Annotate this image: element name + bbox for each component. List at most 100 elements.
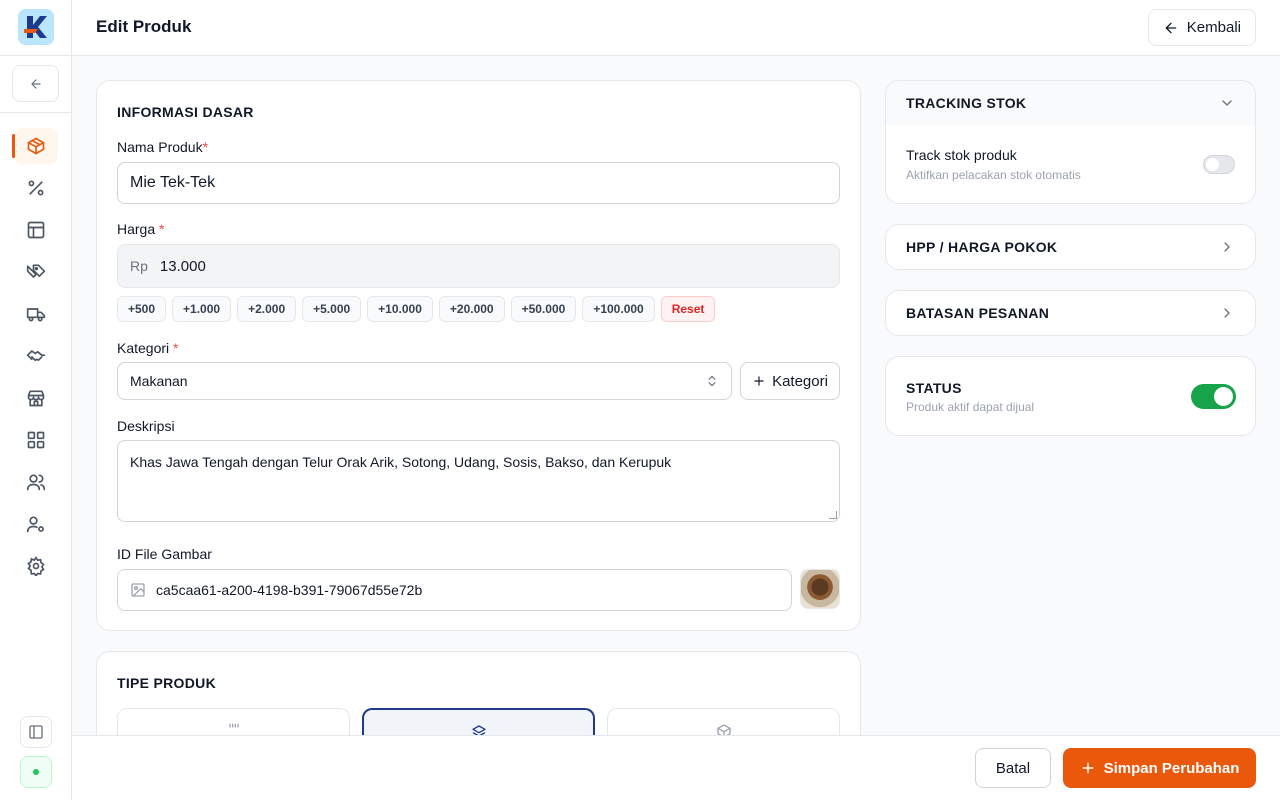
user-cog-icon: [26, 516, 44, 533]
category-label-text: Kategori: [117, 340, 170, 356]
status-title: STATUS: [906, 380, 962, 396]
sidebar-item-products[interactable]: [12, 128, 58, 164]
back-button[interactable]: Kembali: [1147, 9, 1256, 46]
track-stock-toggle[interactable]: [1203, 155, 1235, 174]
basic-info-card: INFORMASI DASAR Nama Produk* Mie Tek-Tek…: [96, 80, 861, 631]
product-name-input[interactable]: Mie Tek-Tek: [117, 162, 840, 204]
sidebar-panel-icon: [29, 725, 43, 739]
save-changes-button[interactable]: Simpan Perubahan: [1063, 748, 1256, 788]
sidebar-item-partners[interactable]: [14, 338, 58, 374]
sidebar-item-delivery[interactable]: [14, 296, 58, 332]
online-dot-icon: [33, 769, 39, 775]
sidebar-item-user-settings[interactable]: [14, 506, 58, 542]
panel-title: HPP / HARGA POKOK: [906, 239, 1058, 255]
package-icon: [27, 137, 45, 155]
section-title: TIPE PRODUK: [117, 675, 216, 691]
category-label: Kategori *: [117, 340, 179, 356]
stock-tracking-header[interactable]: TRACKING STOK: [886, 81, 1255, 125]
sidebar-collapse-button[interactable]: [12, 65, 59, 102]
grid-icon: [27, 431, 45, 449]
order-limit-panel[interactable]: BATASAN PESANAN: [885, 290, 1256, 336]
panel-title: TRACKING STOK: [906, 95, 1027, 111]
description-label: Deskripsi: [117, 418, 175, 434]
sidebar-item-layout[interactable]: [14, 212, 58, 248]
percent-icon: [28, 180, 44, 196]
chevron-right-icon: [1224, 242, 1230, 252]
sidebar-divider: [0, 112, 72, 113]
store-icon: [27, 390, 45, 407]
logo-icon: [18, 9, 54, 45]
app-logo[interactable]: [18, 9, 54, 45]
price-reset-button[interactable]: Reset: [660, 296, 716, 322]
page-title: Edit Produk: [96, 17, 192, 36]
sidebar-panel-toggle-button[interactable]: [20, 716, 52, 748]
layout-icon: [27, 221, 45, 239]
connection-status-button[interactable]: [20, 756, 52, 788]
add-category-label: Kategori: [772, 372, 828, 390]
price-label-text: Harga: [117, 221, 156, 237]
category-select[interactable]: Makanan: [117, 362, 732, 400]
hpp-panel[interactable]: HPP / HARGA POKOK: [885, 224, 1256, 270]
image-id-label: ID File Gambar: [117, 546, 212, 562]
sidebar-item-settings[interactable]: [14, 548, 58, 584]
required-mark: *: [202, 139, 209, 155]
add-category-button[interactable]: Kategori: [740, 362, 840, 400]
panel-title: BATASAN PESANAN: [906, 305, 1050, 321]
image-icon: [131, 583, 145, 597]
handshake-icon: [26, 350, 46, 361]
quick-amount-chip[interactable]: +1.000: [172, 296, 232, 322]
sidebar-divider: [0, 55, 72, 56]
sidebar-item-discounts[interactable]: [14, 170, 58, 206]
resize-handle-icon[interactable]: [829, 511, 837, 519]
sidebar-item-tags[interactable]: [14, 254, 58, 290]
sidebar-item-users[interactable]: [14, 464, 58, 500]
sidebar-item-store[interactable]: [14, 380, 58, 416]
currency-prefix: Rp: [130, 258, 148, 274]
toggle-knob: [1214, 387, 1233, 406]
quick-amount-chip[interactable]: +5.000: [302, 296, 362, 322]
sidebar: [0, 0, 72, 800]
truck-icon: [26, 308, 46, 322]
chevron-down-icon: [1222, 100, 1232, 106]
product-name-value: Mie Tek-Tek: [130, 174, 216, 191]
track-stock-subtitle: Aktifkan pelacakan stok otomatis: [906, 168, 1081, 182]
image-id-value: ca5caa61-a200-4198-b391-79067d55e72b: [156, 582, 423, 598]
page-header: Edit Produk Kembali: [72, 0, 1280, 56]
quick-amount-chip[interactable]: +100.000: [582, 296, 655, 322]
cancel-button[interactable]: Batal: [975, 748, 1051, 788]
order-limit-header[interactable]: BATASAN PESANAN: [886, 291, 1255, 335]
quick-amount-chip[interactable]: +2.000: [237, 296, 297, 322]
required-mark: *: [159, 221, 165, 237]
required-mark: *: [173, 340, 179, 356]
arrow-left-icon: [30, 78, 41, 89]
form-footer: Batal Simpan Perubahan: [72, 735, 1280, 800]
image-id-input[interactable]: ca5caa61-a200-4198-b391-79067d55e72b: [117, 569, 792, 611]
status-subtitle: Produk aktif dapat dijual: [906, 400, 1035, 414]
product-name-label-text: Nama Produk: [117, 139, 203, 155]
description-textarea[interactable]: Khas Jawa Tengah dengan Telur Orak Arik,…: [117, 440, 840, 522]
quick-amount-chip[interactable]: +500: [117, 296, 167, 322]
quick-amount-chip[interactable]: +20.000: [438, 296, 505, 322]
stock-tracking-panel: TRACKING STOK Track stok produk Aktifkan…: [885, 80, 1256, 204]
category-selected-value: Makanan: [130, 373, 188, 389]
users-icon: [26, 474, 46, 491]
chevron-right-icon: [1224, 308, 1230, 318]
section-title: INFORMASI DASAR: [117, 104, 254, 120]
arrow-left-icon: [1165, 22, 1177, 33]
price-label: Harga *: [117, 221, 164, 237]
quick-amount-chips: +500 +1.000 +2.000 +5.000 +10.000 +20.00…: [117, 296, 716, 322]
price-input[interactable]: Rp 13.000: [117, 244, 840, 288]
sidebar-item-apps[interactable]: [14, 422, 58, 458]
hpp-header[interactable]: HPP / HARGA POKOK: [886, 225, 1255, 269]
product-image-thumbnail[interactable]: [800, 569, 840, 609]
track-stock-title: Track stok produk: [906, 147, 1017, 163]
price-value: 13.000: [159, 257, 206, 275]
save-button-label: Simpan Perubahan: [1103, 759, 1240, 777]
tags-icon: [26, 264, 46, 278]
gear-icon: [27, 556, 45, 576]
description-value: Khas Jawa Tengah dengan Telur Orak Arik,…: [130, 454, 672, 470]
status-toggle[interactable]: [1191, 384, 1236, 409]
quick-amount-chip[interactable]: +50.000: [510, 296, 577, 322]
plus-icon: [1082, 762, 1093, 774]
quick-amount-chip[interactable]: +10.000: [367, 296, 433, 322]
